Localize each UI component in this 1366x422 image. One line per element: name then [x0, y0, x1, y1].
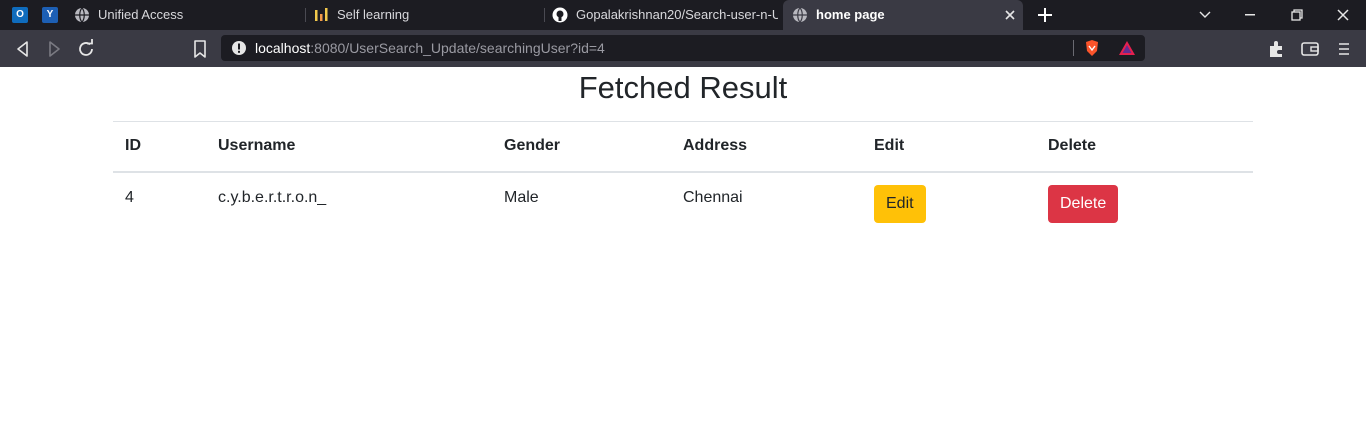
tab-self-learning[interactable]: Self learning [313, 0, 539, 30]
delete-button[interactable]: Delete [1048, 184, 1119, 223]
url-path: :8080/UserSearch_Update/searchingUser?id… [310, 40, 605, 56]
chevron-down-icon[interactable] [1199, 11, 1211, 19]
tab-strip: O Y Unified Access Self learning Gopalak… [0, 0, 1366, 30]
forward-icon[interactable] [43, 38, 65, 60]
new-tab-icon[interactable] [1038, 8, 1052, 22]
extensions-icon[interactable] [1265, 38, 1287, 60]
bar-chart-icon [315, 8, 328, 21]
minimize-icon[interactable] [1245, 14, 1255, 16]
cell-id: 4 [125, 188, 134, 206]
column-header-address: Address [683, 137, 748, 155]
tab-github[interactable]: Gopalakrishnan20/Search-user-n-Upd [552, 0, 778, 30]
info-icon[interactable] [231, 40, 247, 56]
outlook-pinned-tab[interactable]: O [12, 7, 28, 23]
cell-address: Chennai [683, 188, 743, 206]
brave-rewards-icon[interactable] [1118, 40, 1136, 56]
github-icon [552, 7, 568, 23]
globe-icon [75, 7, 89, 23]
cell-delete: Delete [1036, 172, 1253, 232]
wallet-icon[interactable] [1299, 38, 1321, 60]
cell-edit: Edit [862, 172, 1036, 232]
back-icon[interactable] [12, 38, 34, 60]
tab-title: Unified Access [98, 7, 184, 22]
column-header-edit: Edit [874, 137, 905, 155]
window-close-icon[interactable] [1337, 9, 1349, 21]
address-bar[interactable]: localhost:8080/UserSearch_Update/searchi… [221, 35, 1145, 61]
close-icon[interactable] [1005, 10, 1015, 20]
restore-icon[interactable] [1291, 9, 1303, 21]
tab-title: home page [816, 7, 885, 22]
table-header-row: ID Username Gender Address Edit Delete [113, 121, 1253, 172]
reload-icon[interactable] [75, 38, 97, 60]
tab-title: Gopalakrishnan20/Search-user-n-Upd [576, 7, 778, 22]
tab-unified-access[interactable]: Unified Access [74, 0, 300, 30]
column-header-delete: Delete [1048, 137, 1097, 155]
cell-username: c.y.b.e.r.t.r.o.n_ [218, 188, 327, 206]
tab-home-page[interactable]: home page [783, 0, 1023, 30]
menu-icon[interactable] [1333, 38, 1355, 60]
column-header-gender: Gender [504, 137, 561, 155]
tab-divider [305, 8, 306, 22]
column-header-username: Username [218, 137, 296, 155]
brave-shields-icon[interactable] [1084, 39, 1100, 57]
url-host: localhost [255, 40, 311, 56]
column-header-id: ID [125, 137, 141, 155]
globe-icon [793, 7, 807, 23]
yammer-pinned-tab[interactable]: Y [42, 7, 58, 23]
results-table: ID Username Gender Address Edit Delete 4… [113, 121, 1253, 232]
page-title: Fetched Result [578, 70, 788, 105]
cell-gender: Male [504, 188, 539, 206]
omnibox-divider [1073, 40, 1074, 56]
edit-button[interactable]: Edit [874, 184, 926, 223]
bookmark-icon[interactable] [189, 38, 211, 60]
tab-divider [544, 8, 545, 22]
tab-title: Self learning [337, 7, 410, 22]
url-text: localhost:8080/UserSearch_Update/searchi… [255, 35, 605, 61]
table-row: 4 c.y.b.e.r.t.r.o.n_ Male Chennai Edit D… [113, 172, 1253, 232]
